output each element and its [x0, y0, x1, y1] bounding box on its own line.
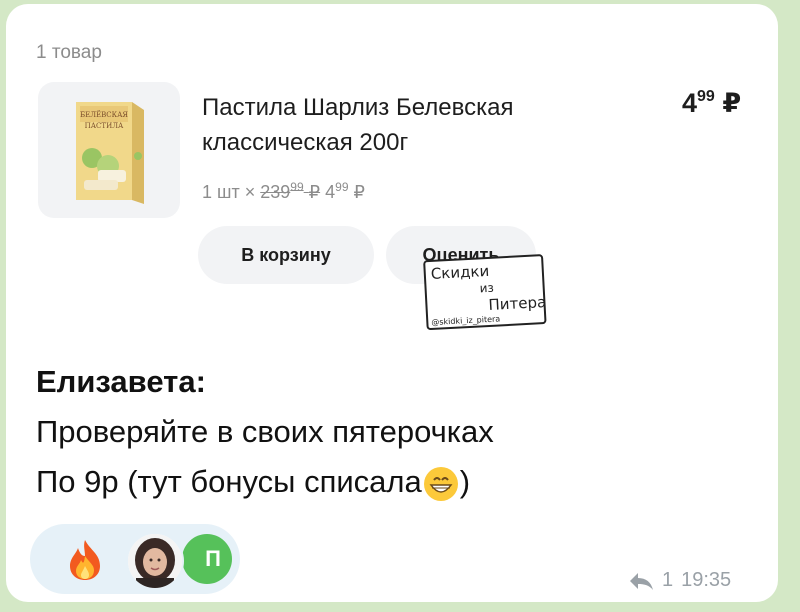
- product-total-price: 499 ₽: [682, 88, 741, 119]
- total-cents: 99: [697, 88, 715, 105]
- old-price-cents: 99: [290, 180, 304, 194]
- stamp-line3: Питера: [488, 293, 547, 314]
- message-line-2-end: ): [459, 464, 471, 499]
- stamp-line2: из: [479, 281, 494, 296]
- message-time: 19:35: [681, 569, 732, 591]
- svg-text:БЕЛЁВСКАЯ: БЕЛЁВСКАЯ: [80, 110, 128, 119]
- add-to-cart-button[interactable]: В корзину: [198, 226, 374, 284]
- message-author: Елизавета:: [36, 364, 206, 399]
- old-price-main: 239: [260, 182, 291, 202]
- message-meta: 1 19:35: [628, 569, 731, 592]
- reply-arrow-icon[interactable]: [628, 571, 654, 591]
- old-price-currency: ₽: [308, 182, 321, 202]
- reaction-chip[interactable]: П: [30, 524, 240, 594]
- reactor-avatar-letter[interactable]: П: [182, 534, 232, 584]
- quantity-line: 1 шт × 23999 ₽ 499 ₽: [202, 180, 365, 203]
- stamp-line1: Скидки: [430, 262, 489, 283]
- message-line-2-text: По 9р (тут бонусы списала: [36, 464, 422, 499]
- qty-prefix: 1 шт ×: [202, 182, 256, 202]
- watermark-stamp: Скидки из Питера @skidki_iz_pitera: [423, 254, 547, 331]
- fire-icon: [70, 540, 100, 580]
- message-line-2: По 9р (тут бонусы списала ): [36, 464, 470, 503]
- item-count: 1 товар: [36, 42, 102, 63]
- reactor-avatar-photo[interactable]: [126, 532, 184, 590]
- old-price: 23999 ₽: [260, 180, 321, 202]
- user-photo-icon: [128, 534, 182, 588]
- currency-sign: ₽: [722, 88, 742, 118]
- product-image[interactable]: БЕЛЁВСКАЯ ПАСТИЛА: [38, 82, 180, 218]
- message-bubble: 1 товар БЕЛЁВСКАЯ ПАСТИЛА Пастила Шарлиз…: [6, 4, 778, 602]
- reply-count[interactable]: 1: [662, 569, 673, 592]
- total-main: 4: [682, 88, 698, 118]
- new-price: 499 ₽: [325, 180, 365, 202]
- new-price-currency: ₽: [353, 182, 365, 202]
- svg-text:ПАСТИЛА: ПАСТИЛА: [85, 122, 124, 130]
- new-price-main: 4: [325, 182, 336, 202]
- product-name[interactable]: Пастила Шарлиз Белевская классическая 20…: [202, 90, 622, 160]
- message-line-1: Проверяйте в своих пятерочках: [36, 414, 494, 449]
- pastila-box-image: БЕЛЁВСКАЯ ПАСТИЛА: [76, 102, 144, 204]
- grinning-emoji-icon: [423, 466, 458, 501]
- new-price-cents: 99: [335, 180, 349, 194]
